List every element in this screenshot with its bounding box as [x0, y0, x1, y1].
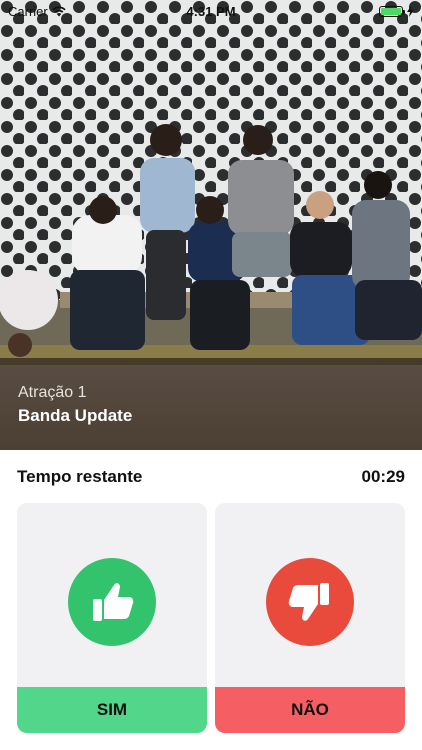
battery-icon: [379, 5, 405, 17]
status-bar: Carrier 4:31 PM: [0, 0, 422, 22]
charging-icon: [407, 5, 414, 17]
timer-label: Tempo restante: [17, 467, 143, 486]
vote-no-label: NÃO: [215, 687, 405, 733]
attraction-caption: Atração 1 Banda Update: [0, 358, 422, 450]
thumbs-down-icon: [288, 583, 329, 621]
band-photo: Carrier 4:31 PM Atração 1 Banda Update: [0, 0, 422, 450]
attraction-title: Banda Update: [18, 406, 133, 425]
timer-row: Tempo restante 00:29: [17, 466, 405, 488]
carrier-label: Carrier: [8, 3, 48, 19]
attraction-number: Atração 1: [18, 384, 87, 401]
thumbs-up-circle: [68, 558, 156, 646]
vote-no-button[interactable]: NÃO: [215, 503, 405, 733]
battery-level: [381, 7, 401, 15]
status-right: [379, 5, 414, 17]
status-left: Carrier: [8, 4, 66, 19]
vote-yes-label: SIM: [17, 687, 207, 733]
wifi-icon: [52, 5, 66, 16]
thumbs-down-circle: [266, 558, 354, 646]
timer-value: 00:29: [361, 467, 405, 486]
vote-yes-button[interactable]: SIM: [17, 503, 207, 733]
thumbs-up-icon: [93, 583, 134, 621]
